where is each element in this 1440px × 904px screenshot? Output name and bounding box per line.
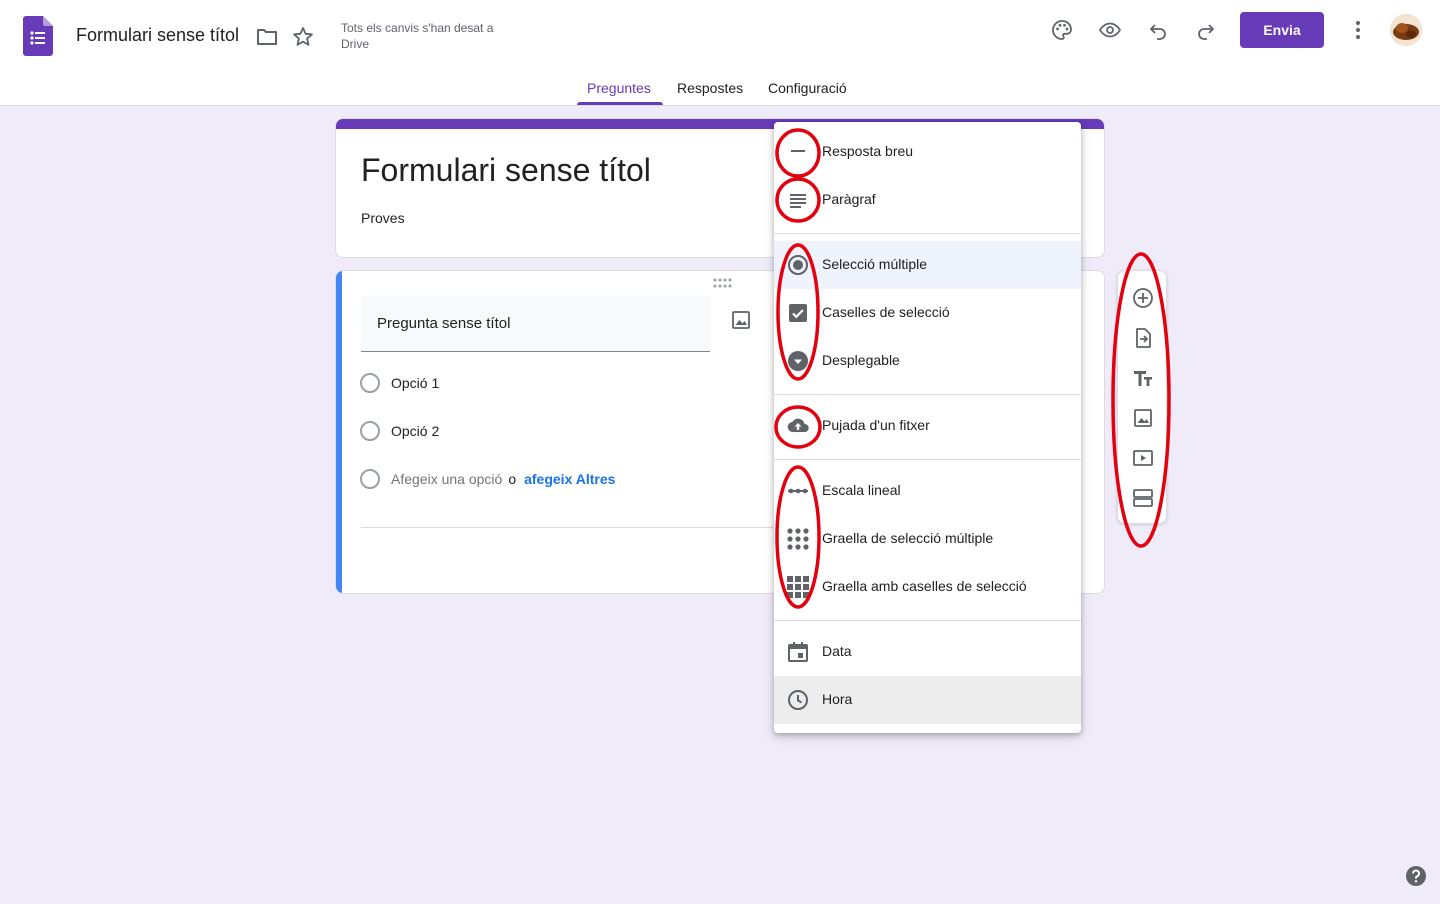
grid-squares-icon <box>786 575 810 599</box>
preview-eye-icon[interactable] <box>1098 18 1122 42</box>
menu-item-linear-scale[interactable]: Escala lineal <box>774 467 1081 515</box>
menu-item-label: Paràgraf <box>822 191 876 207</box>
paragraph-icon <box>786 188 810 212</box>
menu-item-date[interactable]: Data <box>774 628 1081 676</box>
add-image-icon[interactable] <box>1131 406 1155 430</box>
add-option-link[interactable]: Afegeix una opció <box>391 471 502 487</box>
grid-dots-icon <box>786 527 810 551</box>
menu-item-checkboxes[interactable]: Caselles de selecció <box>774 289 1081 337</box>
option-label[interactable]: Opció 2 <box>391 423 439 439</box>
menu-separator <box>774 620 1081 621</box>
menu-separator <box>774 394 1081 395</box>
cloud-upload-icon <box>786 414 810 438</box>
option-row[interactable]: Opció 1 <box>360 371 439 395</box>
add-other-link[interactable]: afegeix Altres <box>524 471 615 487</box>
help-icon[interactable] <box>1405 865 1427 887</box>
active-tab-indicator <box>577 102 663 105</box>
form-description[interactable]: Proves <box>361 210 405 226</box>
send-button[interactable]: Envia <box>1240 12 1324 48</box>
menu-item-label: Desplegable <box>822 352 900 368</box>
menu-item-label: Hora <box>822 691 853 707</box>
short-answer-icon <box>786 140 810 164</box>
google-forms-logo-icon[interactable] <box>23 16 53 56</box>
radio-icon <box>360 421 380 441</box>
option-label[interactable]: Opció 1 <box>391 375 439 391</box>
redo-icon[interactable] <box>1194 18 1218 42</box>
option-row[interactable]: Opció 2 <box>360 419 439 443</box>
menu-item-label: Resposta breu <box>822 143 914 159</box>
menu-item-label: Escala lineal <box>822 482 901 498</box>
question-type-menu: Resposta breu Paràgraf Selecció múltiple… <box>774 122 1081 733</box>
top-bar: Formulari sense títol Tots els canvis s'… <box>0 0 1440 106</box>
menu-item-mc-grid[interactable]: Graella de selecció múltiple <box>774 515 1081 563</box>
menu-item-label: Pujada d'un fitxer <box>822 417 930 433</box>
side-toolbar <box>1117 270 1167 524</box>
dropdown-icon <box>786 349 810 373</box>
tab-settings[interactable]: Configuració <box>768 80 847 96</box>
tab-responses[interactable]: Respostes <box>677 80 743 96</box>
menu-item-label: Caselles de selecció <box>822 304 950 320</box>
menu-item-checkbox-grid[interactable]: Graella amb caselles de selecció <box>774 563 1081 611</box>
import-questions-icon[interactable] <box>1131 326 1155 350</box>
radio-button-icon <box>786 253 810 277</box>
calendar-icon <box>786 640 810 664</box>
palette-icon[interactable] <box>1050 18 1074 42</box>
undo-icon[interactable] <box>1146 18 1170 42</box>
menu-item-label: Selecció múltiple <box>822 256 928 272</box>
menu-item-dropdown[interactable]: Desplegable <box>774 337 1081 385</box>
document-title[interactable]: Formulari sense títol <box>76 25 239 46</box>
menu-item-time[interactable]: Hora <box>774 676 1081 724</box>
menu-item-label: Graella amb caselles de selecció <box>822 578 1027 594</box>
clock-icon <box>786 688 810 712</box>
menu-item-file-upload[interactable]: Pujada d'un fitxer <box>774 402 1081 450</box>
question-active-accent <box>336 271 342 593</box>
menu-item-label: Graella de selecció múltiple <box>822 530 994 546</box>
tabs: Preguntes Respostes Configuració <box>0 72 1440 106</box>
add-image-icon[interactable] <box>729 308 753 332</box>
star-icon[interactable] <box>291 25 315 49</box>
or-text: o <box>508 471 517 487</box>
menu-item-label: Data <box>822 643 852 659</box>
menu-item-short-answer[interactable]: Resposta breu <box>774 128 1081 176</box>
menu-item-paragraph[interactable]: Paràgraf <box>774 176 1081 224</box>
menu-separator <box>774 233 1081 234</box>
drag-handle-icon[interactable] <box>712 277 732 289</box>
folder-icon[interactable] <box>255 25 279 49</box>
menu-separator <box>774 459 1081 460</box>
form-title[interactable]: Formulari sense títol <box>361 152 651 189</box>
add-video-icon[interactable] <box>1131 446 1155 470</box>
menu-item-multiple-choice[interactable]: Selecció múltiple <box>774 241 1081 289</box>
more-vert-icon[interactable] <box>1346 18 1370 42</box>
tab-questions[interactable]: Preguntes <box>587 80 651 96</box>
add-option-row: Afegeix una opció o afegeix Altres <box>360 467 615 491</box>
save-status: Tots els canvis s'han desat a Drive <box>341 21 494 51</box>
radio-icon <box>360 469 380 489</box>
add-question-icon[interactable] <box>1131 286 1155 310</box>
avatar[interactable] <box>1390 14 1422 46</box>
linear-scale-icon <box>786 479 810 503</box>
checkbox-icon <box>786 301 810 325</box>
question-title-input[interactable]: Pregunta sense títol <box>361 296 710 352</box>
divider <box>361 527 791 528</box>
add-title-icon[interactable] <box>1131 366 1155 390</box>
radio-icon <box>360 373 380 393</box>
add-section-icon[interactable] <box>1131 486 1155 510</box>
